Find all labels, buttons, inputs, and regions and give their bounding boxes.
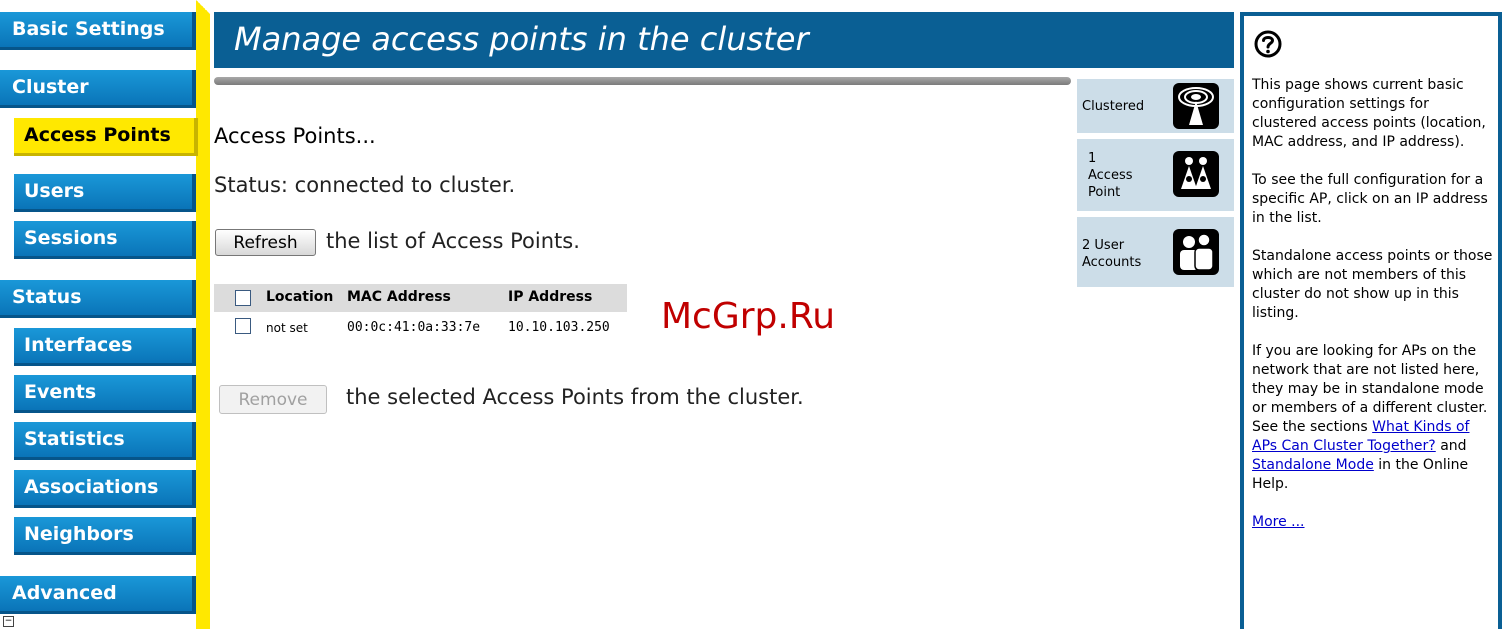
column-header-mac-address: MAC Address: [347, 289, 451, 305]
sidebar: Basic Settings Cluster Access Points Use…: [0, 0, 210, 629]
sidebar-item-associations[interactable]: Associations: [14, 470, 196, 508]
help-paragraph-3: Standalone access points or those which …: [1252, 248, 1493, 321]
help-text: This page shows current basic configurat…: [1252, 76, 1497, 551]
sidebar-accent-strip: [196, 0, 210, 629]
help-paragraph-2: To see the full configuration for a spec…: [1252, 172, 1488, 226]
section-title: Access Points...: [214, 124, 376, 148]
tile-user-accounts: 2 User Accounts: [1077, 217, 1234, 287]
sidebar-item-statistics[interactable]: Statistics: [14, 422, 196, 460]
help-more-link[interactable]: More ...: [1252, 514, 1305, 530]
tile-user-accounts-label: 2 User Accounts: [1082, 238, 1142, 270]
refresh-suffix-text: the list of Access Points.: [326, 229, 580, 253]
access-point-people-icon: [1173, 151, 1219, 197]
sidebar-item-events[interactable]: Events: [14, 375, 196, 413]
sidebar-accent-corner: [196, 0, 210, 14]
collapse-minus-icon[interactable]: −: [3, 616, 14, 627]
row-ip-address: 10.10.103.250: [508, 320, 610, 335]
column-header-location: Location: [266, 289, 334, 305]
sidebar-item-cluster[interactable]: Cluster: [0, 70, 196, 108]
help-paragraph-4-and: and: [1440, 438, 1467, 454]
help-link-standalone-mode[interactable]: Standalone Mode: [1252, 457, 1374, 473]
sidebar-item-users[interactable]: Users: [14, 174, 196, 212]
page-title: Manage access points in the cluster: [234, 20, 809, 58]
sidebar-item-status[interactable]: Status: [0, 280, 196, 318]
help-paragraph-4: If you are looking for APs on the networ…: [1252, 342, 1497, 494]
row-mac-address: 00:0c:41:0a:33:7e: [347, 320, 481, 335]
clustered-antenna-icon: [1173, 83, 1219, 129]
user-accounts-icon: [1173, 229, 1219, 275]
row-checkbox[interactable]: [235, 318, 251, 334]
sidebar-item-access-points[interactable]: Access Points: [14, 118, 198, 156]
header-divider: [214, 77, 1071, 85]
remove-suffix-text: the selected Access Points from the clus…: [346, 385, 804, 409]
sidebar-item-neighbors[interactable]: Neighbors: [14, 517, 196, 555]
tile-access-points: 1 Access Point: [1077, 139, 1234, 211]
help-paragraph-1: This page shows current basic configurat…: [1252, 77, 1486, 150]
sidebar-item-sessions[interactable]: Sessions: [14, 221, 196, 259]
tile-access-points-label: 1 Access Point: [1088, 151, 1133, 200]
help-panel: This page shows current basic configurat…: [1240, 12, 1502, 629]
refresh-button[interactable]: Refresh: [215, 229, 316, 256]
row-location: not set: [266, 321, 308, 335]
sidebar-item-interfaces[interactable]: Interfaces: [14, 328, 196, 366]
sidebar-item-basic-settings[interactable]: Basic Settings: [0, 12, 196, 50]
sidebar-item-advanced[interactable]: Advanced: [0, 576, 196, 614]
tile-clustered-label: Clustered: [1082, 99, 1145, 114]
column-header-ip-address: IP Address: [508, 289, 593, 305]
tile-clustered: Clustered: [1077, 79, 1234, 133]
status-text: Status: connected to cluster.: [214, 173, 516, 197]
page-header: Manage access points in the cluster: [214, 12, 1234, 68]
question-mark-icon: [1254, 30, 1282, 58]
remove-button[interactable]: Remove: [219, 385, 327, 414]
select-all-checkbox[interactable]: [235, 290, 251, 306]
watermark-text: McGrp.Ru: [661, 296, 836, 337]
